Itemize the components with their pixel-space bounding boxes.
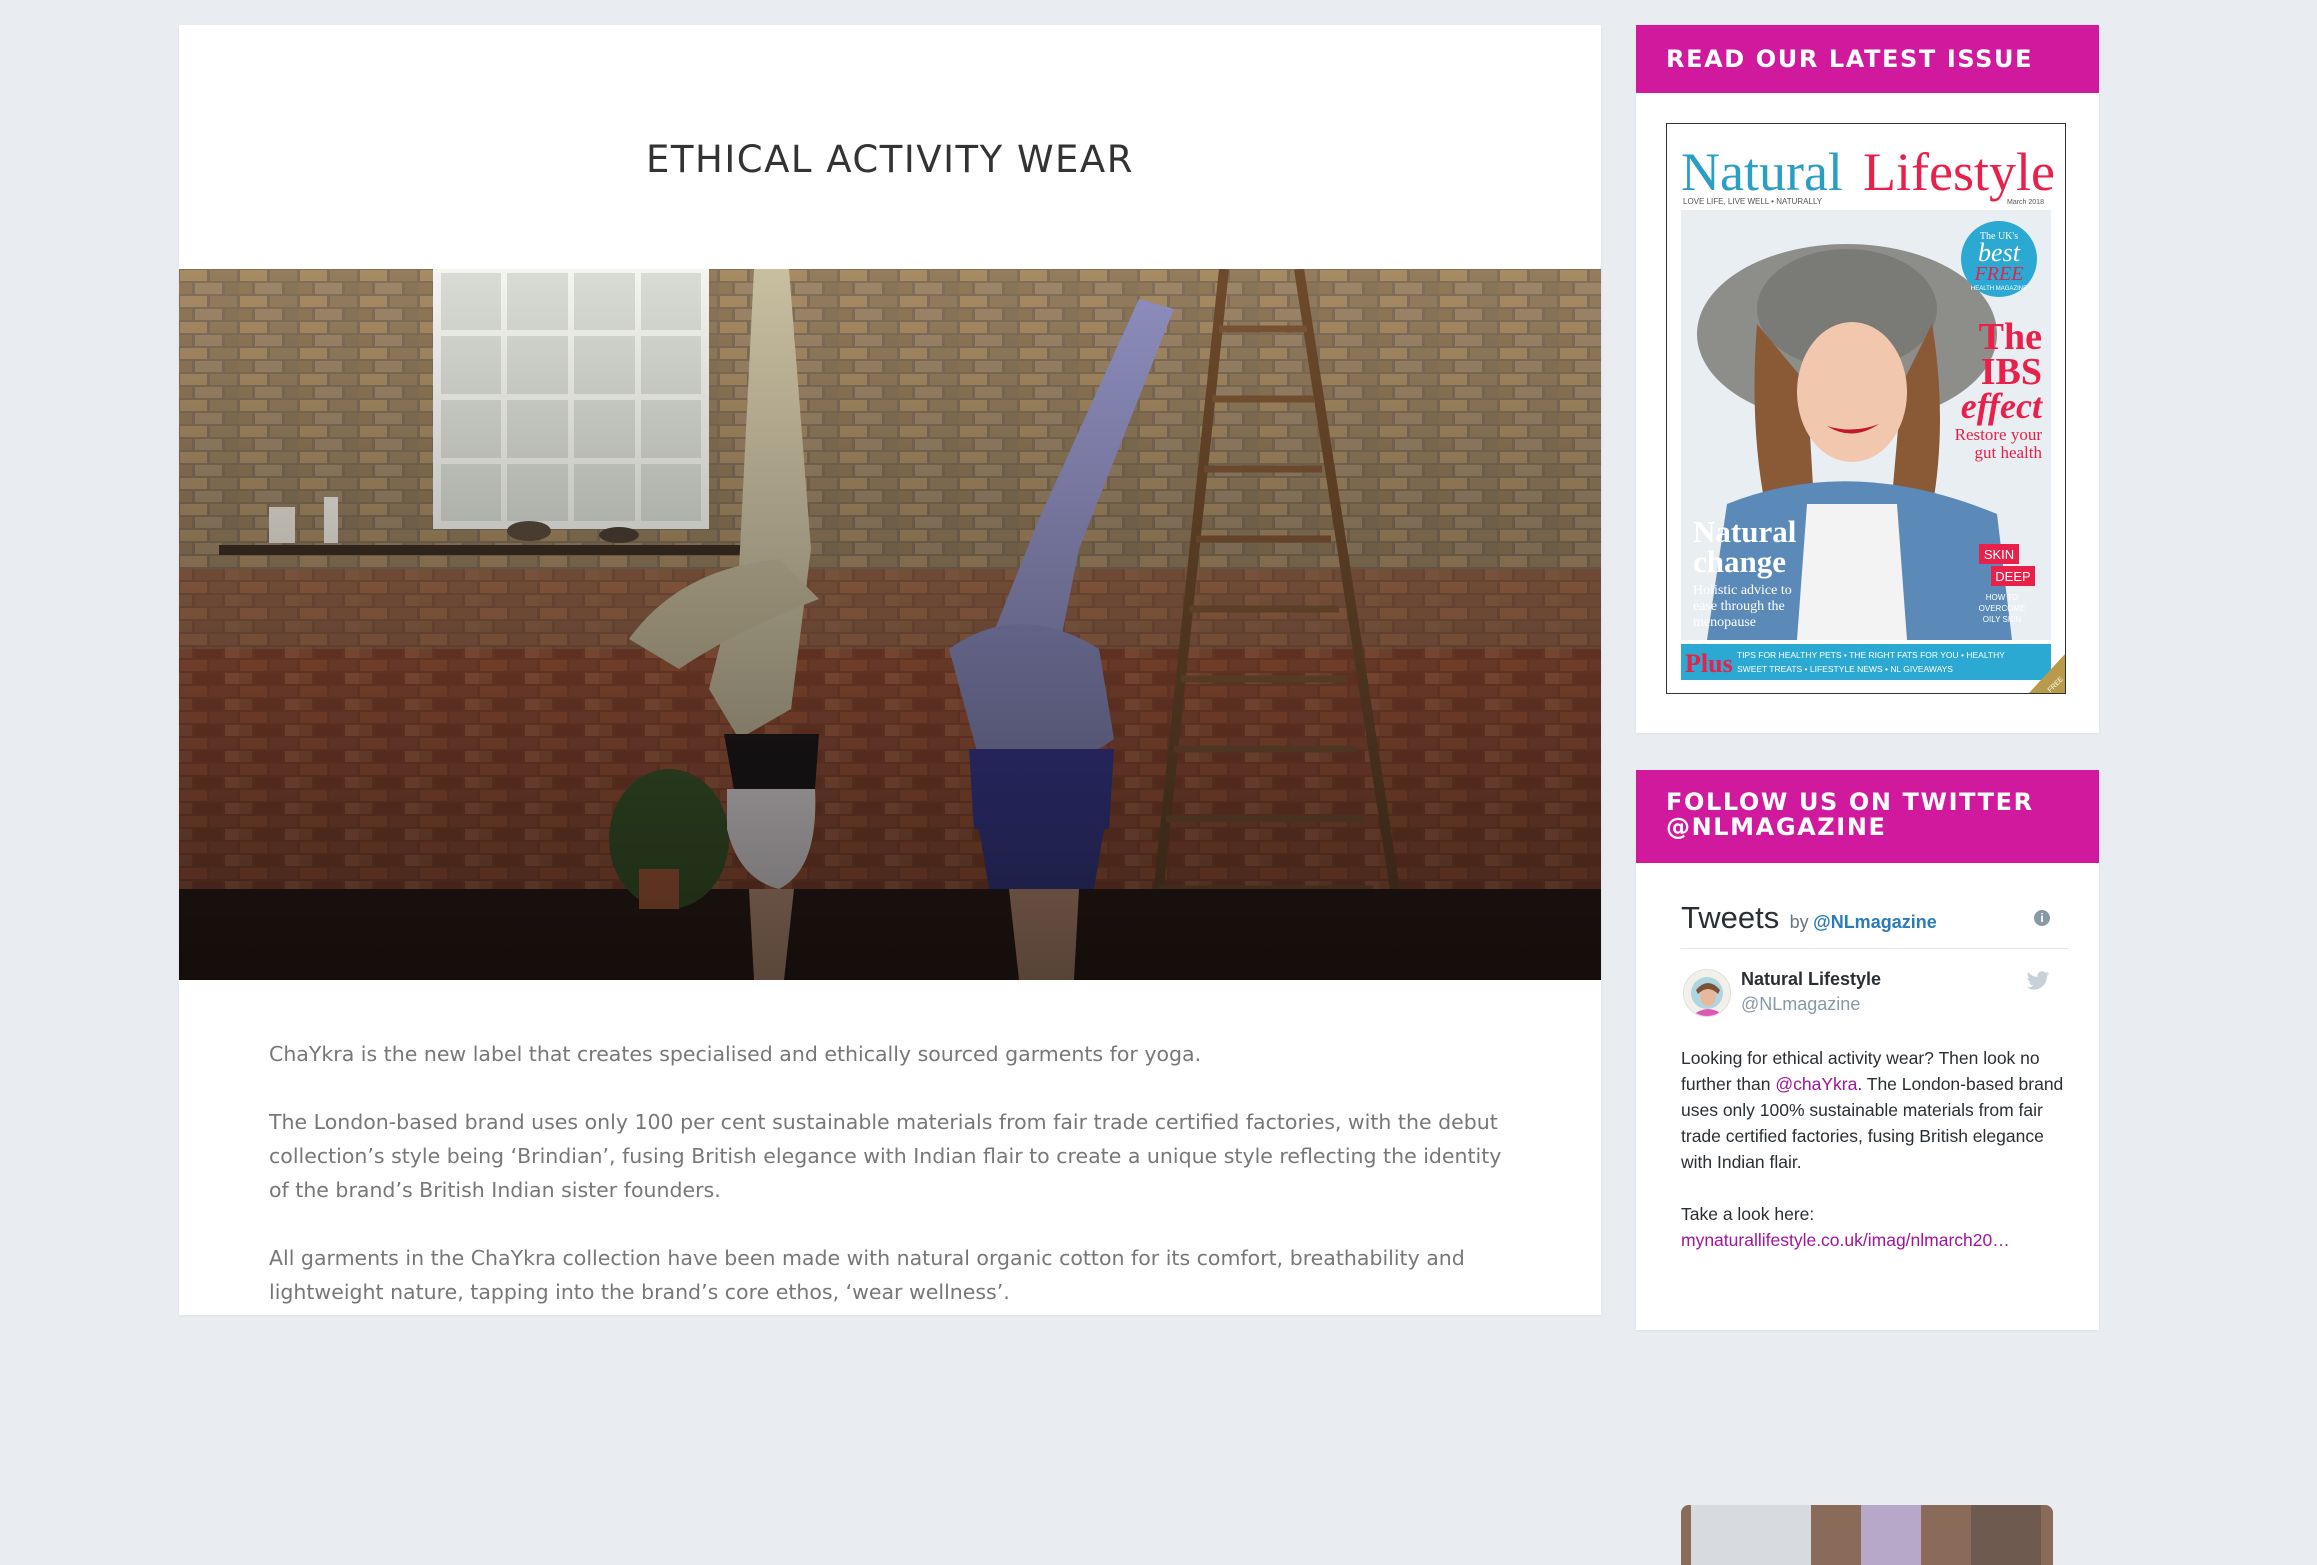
latest-issue-widget: READ OUR LATEST ISSUE Natural Lifestyle … — [1636, 25, 2099, 733]
cover-side-story-sub: menopause — [1693, 615, 1756, 630]
cover-plus-line: TIPS FOR HEALTHY PETS • THE RIGHT FATS F… — [1737, 650, 2005, 660]
tweet-mention-link[interactable]: @chaYkra — [1775, 1074, 1857, 1094]
cover-headline-sub: Restore your — [1955, 425, 2043, 444]
twitter-heading-handle: @NLMAGAZINE — [1666, 813, 1887, 841]
timeline-handle-link[interactable]: @NLmagazine — [1813, 912, 1937, 932]
cover-skin-label: DEEP — [1995, 569, 2030, 584]
article-hero-image — [179, 269, 1601, 980]
avatar[interactable] — [1683, 969, 1731, 1017]
article-title: ETHICAL ACTIVITY WEAR — [646, 138, 1134, 181]
cover-side-story-sub: Holistic advice to — [1693, 583, 1792, 598]
timeline-title: Tweets — [1681, 900, 1780, 935]
cover-badge-line: HEALTH MAGAZINE — [1971, 286, 2027, 292]
tweet-author-handle[interactable]: @NLmagazine — [1741, 994, 1860, 1015]
timeline-header: Tweets by @NLmagazine i — [1681, 900, 2068, 949]
cover-masthead-lifestyle: Lifestyle — [1863, 142, 2055, 202]
tweet-author-name[interactable]: Natural Lifestyle — [1741, 969, 1881, 990]
info-icon[interactable]: i — [2034, 910, 2050, 926]
cover-skin-sub: OILY SKIN — [1983, 615, 2022, 624]
cover-skin-sub: OVERCOME — [1979, 604, 2026, 613]
twitter-bird-icon[interactable] — [2026, 971, 2050, 991]
cover-issue-date: March 2018 — [2007, 199, 2044, 206]
cover-side-story: change — [1693, 544, 1786, 579]
tweet-cta: Take a look here: — [1681, 1204, 1815, 1224]
twitter-heading-line: FOLLOW US ON TWITTER — [1666, 788, 2034, 816]
magazine-cover[interactable]: Natural Lifestyle LOVE LIFE, LIVE WELL •… — [1666, 123, 2066, 694]
cover-masthead-natural: Natural — [1681, 142, 1843, 202]
cover-tagline: LOVE LIFE, LIVE WELL • NATURALLY — [1683, 197, 1823, 206]
cover-plus-line: SWEET TREATS • LIFESTYLE NEWS • NL GIVEA… — [1737, 664, 1953, 674]
cover-skin-label: SKIN — [1984, 547, 2014, 562]
cover-badge-line: FREE — [1974, 263, 2024, 285]
article-paragraph: ChaYkra is the new label that creates sp… — [269, 1042, 1202, 1066]
timeline-by: by — [1789, 912, 1809, 932]
article-paragraph: All garments in the ChaYkra collection h… — [269, 1246, 1465, 1304]
latest-issue-heading: READ OUR LATEST ISSUE — [1636, 25, 2099, 93]
tweet[interactable]: Natural Lifestyle @NLmagazine Looking fo… — [1681, 949, 2068, 1250]
tweet-text: Looking for ethical activity wear? Then … — [1681, 1045, 2066, 1253]
article-body: ChaYkra is the new label that creates sp… — [269, 1037, 1509, 1343]
cover-side-story-sub: ease through the — [1693, 599, 1785, 614]
cover-plus: Plus — [1685, 649, 1733, 678]
cover-headline-sub: gut health — [1974, 443, 2042, 462]
twitter-timeline: Tweets by @NLmagazine i Natural Lifestyl… — [1681, 900, 2068, 1565]
cover-headline: effect — [1961, 386, 2043, 426]
article-card: ETHICAL ACTIVITY WEAR ChaYkra is the new… — [179, 25, 1601, 1315]
article-paragraph: The London-based brand uses only 100 per… — [269, 1110, 1502, 1202]
tweet-url-link[interactable]: mynaturallifestyle.co.uk/imag/nlmarch20… — [1681, 1230, 2010, 1250]
twitter-heading: FOLLOW US ON TWITTER @NLMAGAZINE — [1636, 770, 2099, 863]
cover-skin-sub: HOW TO — [1986, 593, 2019, 602]
tweet-media-image[interactable] — [1681, 1505, 2053, 1565]
twitter-widget: FOLLOW US ON TWITTER @NLMAGAZINE Tweets … — [1636, 770, 2099, 1565]
